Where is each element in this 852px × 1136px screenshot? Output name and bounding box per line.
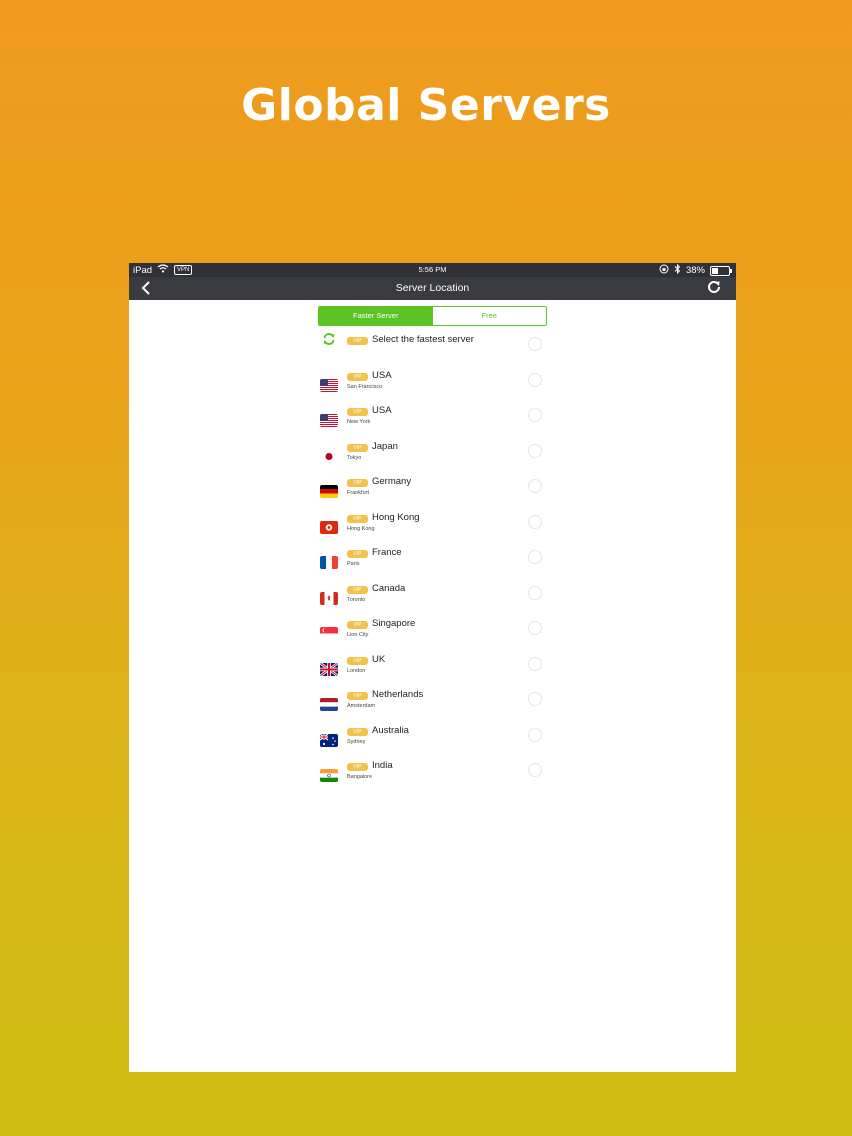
server-row[interactable]: VIP France Paris [315, 546, 551, 582]
server-country: Hong Kong [372, 511, 420, 523]
bluetooth-icon [674, 263, 681, 277]
server-country: Canada [372, 582, 406, 594]
tab-faster-server[interactable]: Faster Server [319, 307, 433, 325]
server-country: India [372, 760, 393, 771]
vip-badge: VIP [347, 514, 368, 523]
server-row[interactable]: VIP India Bangalore [315, 759, 551, 795]
server-type-segment: Faster Server Free [318, 306, 547, 326]
flag-icon [320, 769, 338, 782]
radio-button[interactable] [528, 337, 542, 351]
server-city: Sydney [347, 738, 366, 745]
nav-title: Server Location [395, 282, 470, 294]
device-screen: iPad VPN 5:56 PM 38% Server Location Fas… [129, 263, 736, 1072]
radio-button[interactable] [528, 585, 542, 600]
server-city: Lion City [347, 632, 369, 638]
flag-icon [320, 662, 338, 676]
server-city: New York [347, 419, 371, 425]
server-country: Germany [372, 476, 412, 487]
server-city: Paris [347, 561, 360, 567]
server-row[interactable]: VIP Australia Sydney [315, 724, 551, 760]
vip-badge: VIP [347, 408, 368, 416]
refresh-icon[interactable] [706, 279, 722, 295]
nav-bar: Server Location [129, 277, 736, 300]
server-country: USA [372, 369, 392, 381]
server-country: Singapore [372, 618, 416, 629]
headline: Global Servers [241, 80, 611, 131]
server-country: France [372, 547, 402, 558]
server-city: Hong Kong [347, 525, 375, 532]
flag-icon [320, 556, 338, 569]
battery-percent: 38% [685, 265, 705, 276]
orientation-lock-icon [659, 264, 669, 277]
server-country: Australia [372, 724, 409, 736]
server-city: San Francisco [347, 383, 383, 390]
flag-icon [320, 591, 338, 605]
server-row[interactable]: VIP Germany Frankfurt [315, 475, 551, 511]
server-country: Netherlands [372, 689, 424, 700]
radio-button[interactable] [528, 763, 542, 777]
radio-button[interactable] [528, 656, 542, 671]
radio-button[interactable] [528, 621, 542, 635]
server-city: Frankfurt [347, 490, 370, 496]
server-row[interactable]: VIP USA San Francisco [315, 369, 551, 405]
radio-button[interactable] [528, 550, 542, 564]
server-row[interactable]: VIP Singapore Lion City [315, 617, 551, 653]
server-city: Bangalore [347, 774, 373, 780]
server-row[interactable]: VIP Netherlands Amsterdam [315, 688, 551, 724]
vip-badge: VIP [347, 692, 368, 700]
flag-icon [320, 485, 338, 498]
server-list: VIP Select the fastest server VIP USA San … [315, 333, 551, 795]
vip-badge: VIP [347, 763, 368, 771]
vip-badge: VIP [347, 656, 368, 665]
flag-icon [320, 449, 338, 463]
status-time: 5:56 PM [418, 265, 447, 274]
radio-button[interactable] [528, 727, 542, 742]
vip-badge: VIP [347, 443, 368, 452]
server-row[interactable]: VIP Japan Tokyo [315, 440, 551, 476]
radio-button[interactable] [528, 372, 542, 387]
radio-button[interactable] [528, 692, 542, 706]
status-right: 38% [659, 263, 732, 277]
radio-button[interactable] [528, 408, 542, 422]
server-city: Amsterdam [347, 703, 376, 709]
radio-button[interactable] [528, 443, 542, 458]
auto-select-icon [322, 332, 336, 346]
radio-button[interactable] [528, 514, 542, 529]
server-row[interactable]: VIP UK London [315, 653, 551, 689]
server-country: USA [372, 405, 392, 416]
flag-icon [320, 627, 338, 640]
radio-button[interactable] [528, 479, 542, 493]
status-bar: iPad VPN 5:56 PM 38% [129, 263, 736, 277]
server-city: Toronto [347, 596, 366, 603]
flag-icon [320, 378, 338, 392]
server-city: London [347, 667, 366, 674]
fastest-server-row[interactable]: VIP Select the fastest server [315, 333, 551, 369]
vip-badge: VIP [347, 727, 368, 736]
server-country: UK [372, 653, 386, 665]
tab-free[interactable]: Free [432, 307, 546, 325]
server-row[interactable]: VIP Hong Kong Hong Kong [315, 511, 551, 547]
vip-badge: VIP [347, 585, 368, 594]
battery-icon [710, 265, 732, 276]
vip-badge: VIP [347, 621, 368, 629]
vip-badge: VIP [347, 337, 368, 345]
server-country: Japan [372, 440, 398, 452]
flag-icon [320, 520, 338, 534]
server-row[interactable]: VIP Canada Toronto [315, 582, 551, 618]
vip-badge: VIP [347, 550, 368, 558]
flag-icon [320, 733, 338, 747]
server-row[interactable]: VIP USA New York [315, 404, 551, 440]
vip-badge: VIP [347, 479, 368, 487]
flag-icon [320, 414, 338, 427]
flag-icon [320, 698, 338, 711]
server-city: Tokyo [347, 454, 362, 461]
fastest-server-label: Select the fastest server [372, 334, 474, 345]
vip-badge: VIP [347, 372, 368, 381]
